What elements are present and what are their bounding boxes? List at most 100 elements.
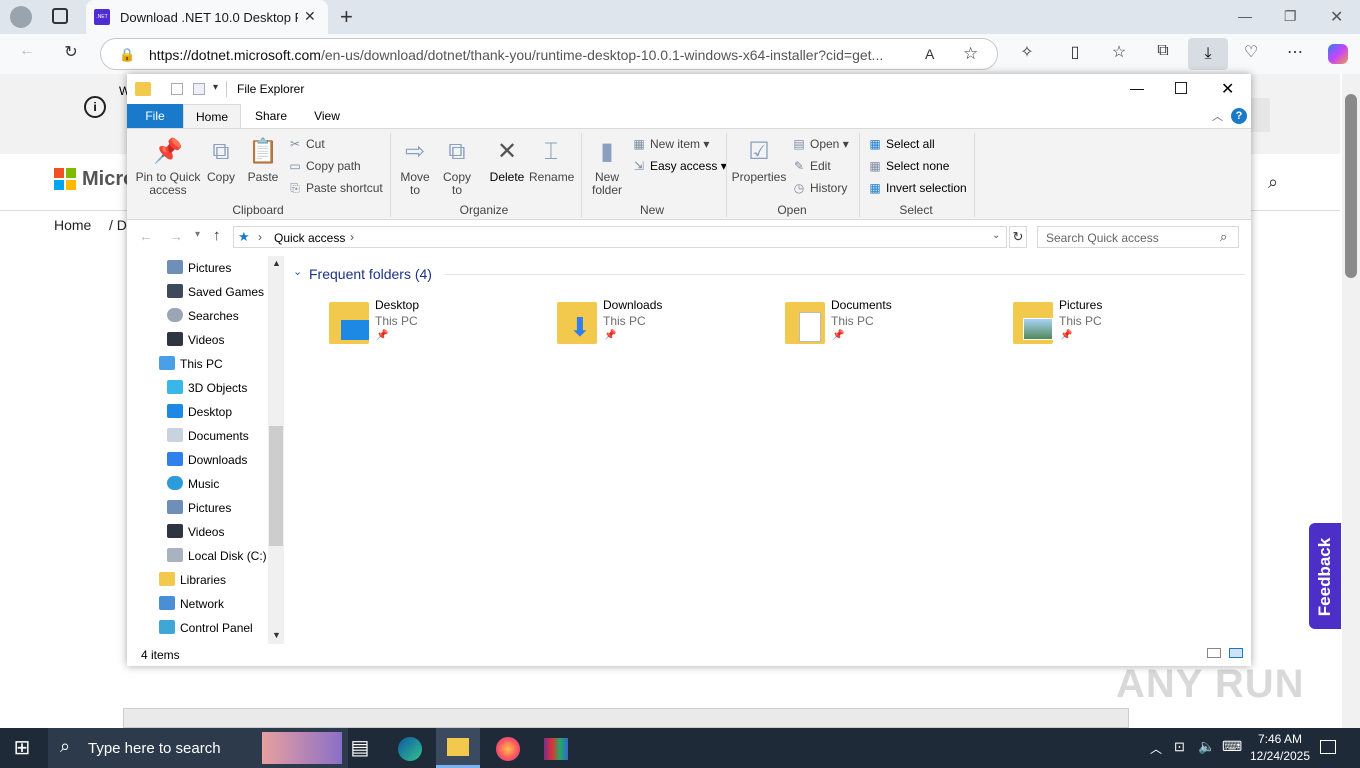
copy-to-button[interactable]: ⧉ Copy to	[439, 137, 475, 197]
easy-access-button[interactable]: ⇲ Easy access ▾	[631, 157, 727, 175]
back-icon[interactable]: ←	[16, 42, 38, 60]
address-bar[interactable]: 🔒 https://dotnet.microsoft.com/en-us/dow…	[100, 38, 998, 70]
tree-item-pictures-pc[interactable]: Pictures	[167, 496, 231, 520]
paste-shortcut-button[interactable]: ⎘ Paste shortcut	[287, 179, 383, 197]
nav-back-icon[interactable]: ←	[139, 228, 153, 244]
delete-button[interactable]: ✕ Delete	[487, 137, 527, 184]
tree-item-music[interactable]: Music	[167, 472, 219, 496]
banner-close-area[interactable]	[1250, 98, 1270, 132]
page-scrollbar[interactable]	[1342, 74, 1360, 728]
tree-item-desktop[interactable]: Desktop	[167, 400, 232, 424]
rename-button[interactable]: ⌶ Rename	[529, 137, 574, 184]
nav-forward-icon[interactable]: →	[169, 228, 183, 244]
read-aloud-icon[interactable]: A	[925, 46, 934, 62]
restore-window-icon[interactable]: ❐	[1284, 8, 1297, 25]
downloads-button[interactable]: ⤓	[1188, 38, 1228, 70]
edge-taskbar-icon[interactable]	[388, 734, 432, 768]
large-icons-view-icon[interactable]	[1229, 648, 1243, 658]
copy-path-button[interactable]: ▭ Copy path	[287, 157, 360, 175]
explorer-close-icon[interactable]: ✕	[1221, 79, 1234, 99]
explorer-search-box[interactable]: Search Quick access ⌕	[1037, 226, 1239, 248]
breadcrumb-home[interactable]: Home	[54, 217, 91, 233]
folder-documents[interactable]: Documents This PC 📌	[785, 298, 1005, 358]
select-all-button[interactable]: ▦ Select all	[867, 135, 934, 153]
scroll-down-icon[interactable]: ▼	[272, 630, 281, 640]
tree-item-this-pc[interactable]: This PC	[159, 352, 223, 376]
tree-item-pictures[interactable]: Pictures	[167, 256, 231, 280]
notifications-icon[interactable]	[1320, 740, 1336, 754]
clock-date[interactable]: 12/24/2025	[1242, 749, 1318, 763]
winrar-taskbar-icon[interactable]	[534, 734, 578, 768]
windows-start-icon[interactable]: ⊞	[0, 734, 44, 768]
tree-item-libraries[interactable]: Libraries	[159, 568, 226, 592]
folder-pictures[interactable]: Pictures This PC 📌	[1013, 298, 1233, 358]
explorer-maximize-icon[interactable]	[1175, 82, 1187, 94]
extensions-icon[interactable]: ✧	[1016, 42, 1038, 62]
pin-quick-access-button[interactable]: 📌 Pin to Quick access	[133, 137, 203, 197]
tree-item-saved-games[interactable]: Saved Games	[167, 280, 264, 304]
move-to-button[interactable]: ⇨ Move to	[397, 137, 433, 197]
collapse-ribbon-icon[interactable]: ︿	[1212, 108, 1223, 124]
tree-scrollbar[interactable]: ▲ ▼	[268, 256, 284, 644]
page-scrollbar-thumb[interactable]	[1345, 94, 1357, 278]
new-folder-button[interactable]: ▮ New folder	[587, 137, 627, 197]
frequent-folders-header[interactable]: Frequent folders (4)	[309, 266, 432, 282]
folder-desktop[interactable]: Desktop This PC 📌	[329, 298, 549, 358]
browser-essentials-icon[interactable]: ♡	[1240, 42, 1262, 62]
section-collapse-icon[interactable]: ⌄	[293, 265, 302, 278]
history-button[interactable]: ◷ History	[791, 179, 848, 197]
path-dropdown-icon[interactable]: ⌄	[992, 230, 1000, 241]
tree-item-videos-pc[interactable]: Videos	[167, 520, 224, 544]
qat-new-folder-icon[interactable]	[193, 83, 205, 95]
recent-locations-icon[interactable]: ▾	[195, 229, 200, 240]
tree-item-control-panel[interactable]: Control Panel	[159, 616, 253, 640]
keyboard-tray-icon[interactable]: ⌨	[1222, 738, 1242, 755]
qat-customize-icon[interactable]: ▾	[213, 82, 218, 93]
paste-button[interactable]: 📋 Paste	[245, 137, 281, 184]
browser-tab[interactable]: .NET Download .NET 10.0 Desktop Runtime …	[86, 0, 328, 34]
task-view-icon[interactable]: ▤	[338, 734, 382, 768]
tab-view[interactable]: View	[301, 104, 353, 128]
split-screen-icon[interactable]: ▯	[1064, 42, 1086, 62]
feedback-button[interactable]: Feedback	[1309, 523, 1341, 629]
clock-time[interactable]: 7:46 AM	[1252, 732, 1308, 746]
microsoft-logo-icon[interactable]	[54, 168, 76, 190]
copilot-icon[interactable]	[1328, 44, 1348, 64]
tree-item-downloads[interactable]: Downloads	[167, 448, 247, 472]
favorites-icon[interactable]: ☆	[1108, 42, 1130, 62]
invert-selection-button[interactable]: ▦ Invert selection	[867, 179, 966, 197]
firefox-taskbar-icon[interactable]	[486, 734, 530, 768]
copy-button[interactable]: ⧉ Copy	[203, 137, 239, 184]
tab-home[interactable]: Home	[183, 104, 241, 129]
favorite-star-icon[interactable]: ☆	[963, 44, 978, 64]
tree-item-local-disk[interactable]: Local Disk (C:)	[167, 544, 267, 568]
tab-close-icon[interactable]: ✕	[304, 8, 316, 25]
address-path[interactable]: ★ › Quick access › ⌄	[233, 226, 1007, 248]
folder-downloads[interactable]: ⬇ Downloads This PC 📌	[557, 298, 777, 358]
edit-button[interactable]: ✎ Edit	[791, 157, 831, 175]
tree-item-videos[interactable]: Videos	[167, 328, 224, 352]
collections-icon[interactable]: ⧉	[1152, 42, 1174, 60]
file-explorer-taskbar-icon[interactable]	[436, 728, 480, 768]
more-menu-icon[interactable]: ⋯	[1284, 42, 1306, 62]
scroll-up-icon[interactable]: ▲	[272, 258, 281, 268]
qat-properties-icon[interactable]	[171, 83, 183, 95]
nav-up-icon[interactable]: ↑	[213, 227, 221, 244]
help-icon[interactable]: ?	[1231, 108, 1247, 124]
refresh-icon[interactable]: ↻	[60, 42, 82, 62]
tab-share[interactable]: Share	[245, 104, 297, 128]
site-search-icon[interactable]: ⌕	[1268, 172, 1278, 193]
cut-button[interactable]: ✂ Cut	[287, 135, 325, 153]
taskbar-search[interactable]: ⌕ Type here to search	[48, 728, 348, 768]
properties-button[interactable]: ☑ Properties	[731, 137, 787, 184]
network-tray-icon[interactable]: ⊡	[1174, 739, 1185, 755]
details-view-icon[interactable]	[1207, 648, 1221, 658]
tree-item-documents[interactable]: Documents	[167, 424, 249, 448]
select-none-button[interactable]: ▦ Select none	[867, 157, 949, 175]
new-item-button[interactable]: ▦ New item ▾	[631, 135, 709, 153]
tab-actions-icon[interactable]	[52, 8, 68, 24]
volume-tray-icon[interactable]: 🔈	[1198, 738, 1215, 755]
open-button[interactable]: ▤ Open ▾	[791, 135, 848, 153]
minimize-window-icon[interactable]: —	[1238, 8, 1252, 24]
tree-scrollbar-thumb[interactable]	[269, 426, 283, 546]
